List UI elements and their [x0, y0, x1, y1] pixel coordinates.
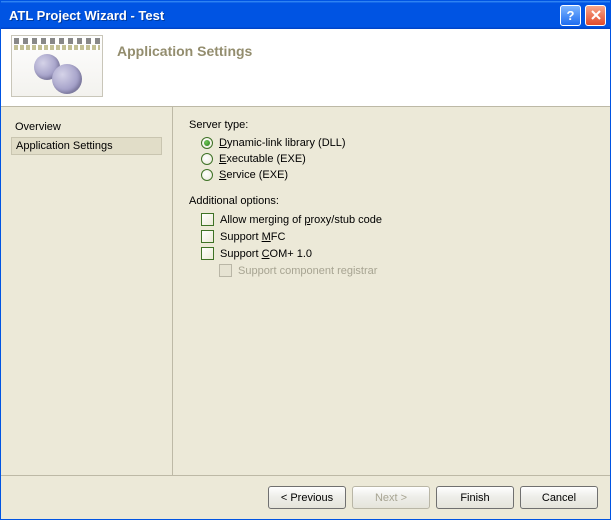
- window-title: ATL Project Wizard - Test: [9, 8, 560, 23]
- additional-options-label: Additional options:: [189, 195, 594, 207]
- wizard-body: Overview Application Settings Server typ…: [1, 107, 610, 475]
- sidebar-item-overview[interactable]: Overview: [11, 119, 162, 135]
- option-label: Executable (EXE): [219, 153, 306, 165]
- close-icon: [591, 10, 601, 20]
- sidebar-item-label: Overview: [15, 121, 61, 133]
- checkbox-icon: [201, 230, 214, 243]
- server-type-dll-option[interactable]: Dynamic-link library (DLL): [189, 135, 594, 151]
- radio-icon: [201, 137, 213, 149]
- close-button[interactable]: [585, 5, 606, 26]
- option-label: Support COM+ 1.0: [220, 248, 312, 260]
- option-support-complus[interactable]: Support COM+ 1.0: [189, 245, 594, 262]
- titlebar: ATL Project Wizard - Test ?: [1, 1, 610, 29]
- wizard-footer: < Previous Next > Finish Cancel: [1, 475, 610, 519]
- page-heading: Application Settings: [117, 43, 252, 59]
- option-label: Allow merging of proxy/stub code: [220, 214, 382, 226]
- wizard-banner-icon: [11, 35, 103, 97]
- finish-button[interactable]: Finish: [436, 486, 514, 509]
- option-label: Service (EXE): [219, 169, 288, 181]
- option-label: Dynamic-link library (DLL): [219, 137, 346, 149]
- help-button[interactable]: ?: [560, 5, 581, 26]
- sidebar-item-label: Application Settings: [16, 140, 113, 152]
- previous-button[interactable]: < Previous: [268, 486, 346, 509]
- wizard-header: Application Settings: [1, 29, 610, 107]
- option-label: Support component registrar: [238, 265, 377, 277]
- checkbox-icon: [201, 247, 214, 260]
- option-allow-merging[interactable]: Allow merging of proxy/stub code: [189, 211, 594, 228]
- gear-icon: [52, 64, 82, 94]
- wizard-window: ATL Project Wizard - Test ? Application …: [0, 0, 611, 520]
- checkbox-icon: [201, 213, 214, 226]
- cancel-button[interactable]: Cancel: [520, 486, 598, 509]
- sidebar: Overview Application Settings: [1, 107, 173, 475]
- option-support-registrar: Support component registrar: [189, 262, 594, 279]
- radio-icon: [201, 153, 213, 165]
- option-support-mfc[interactable]: Support MFC: [189, 228, 594, 245]
- radio-icon: [201, 169, 213, 181]
- option-label: Support MFC: [220, 231, 285, 243]
- server-type-service-option[interactable]: Service (EXE): [189, 167, 594, 183]
- sidebar-item-application-settings[interactable]: Application Settings: [11, 137, 162, 155]
- server-type-exe-option[interactable]: Executable (EXE): [189, 151, 594, 167]
- checkbox-icon: [219, 264, 232, 277]
- content-panel: Server type: Dynamic-link library (DLL) …: [173, 107, 610, 475]
- server-type-label: Server type:: [189, 119, 594, 131]
- next-button: Next >: [352, 486, 430, 509]
